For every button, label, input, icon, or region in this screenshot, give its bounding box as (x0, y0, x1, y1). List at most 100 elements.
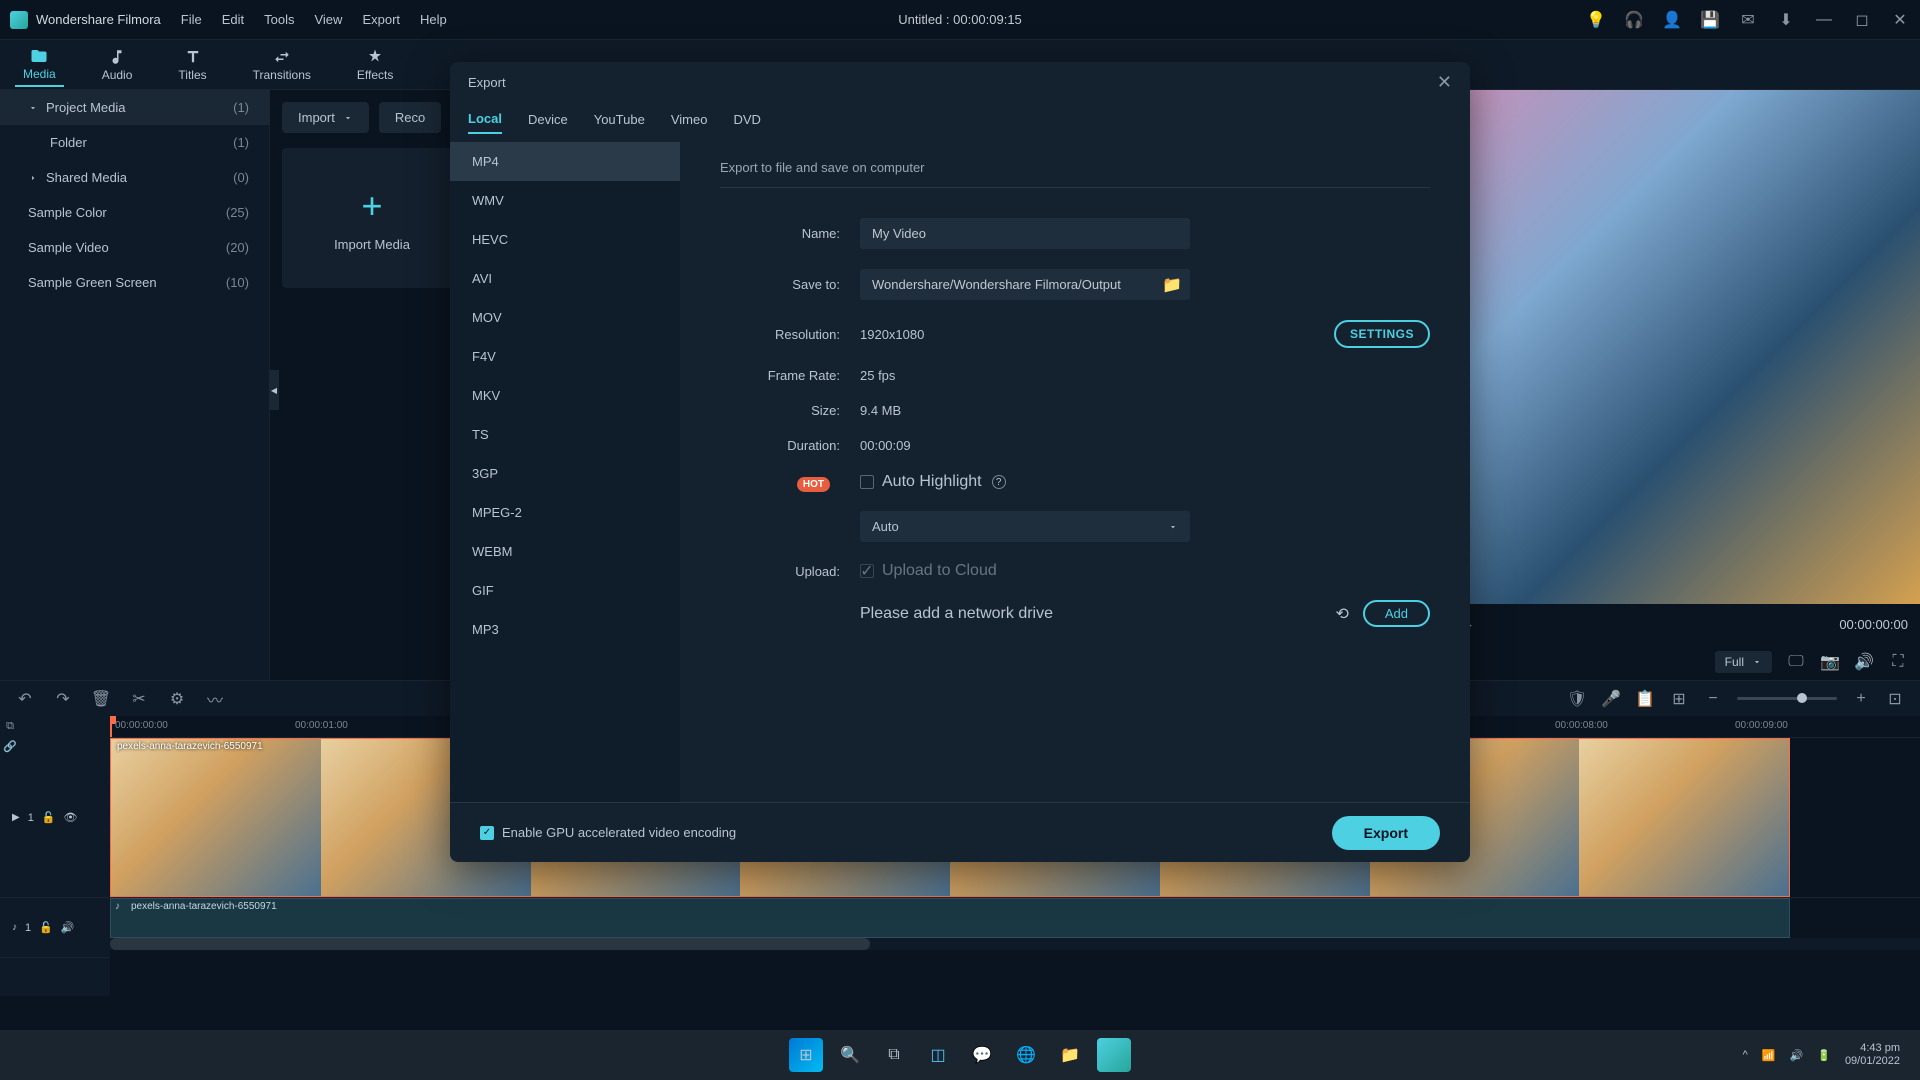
save-icon[interactable]: 💾 (1700, 10, 1720, 30)
gpu-checkbox[interactable]: ✓ (480, 826, 494, 840)
monitor-icon[interactable]: 🖵 (1786, 652, 1806, 672)
tab-youtube[interactable]: YouTube (594, 112, 645, 133)
format-f4v[interactable]: F4V (450, 337, 680, 376)
uploadcloud-checkbox[interactable]: ✓ (860, 564, 874, 578)
timeline-scrollbar[interactable] (110, 938, 1920, 950)
sidebar-folder[interactable]: Folder (1) (0, 125, 269, 160)
search-icon[interactable]: 🔍 (833, 1038, 867, 1072)
format-mp4[interactable]: MP4 (450, 142, 680, 181)
name-input[interactable] (860, 218, 1190, 249)
autohighlight-checkbox[interactable] (860, 475, 874, 489)
redo-icon[interactable]: ↷ (53, 689, 73, 709)
playhead[interactable] (110, 716, 112, 737)
sidebar-sample-video[interactable]: Sample Video (20) (0, 230, 269, 265)
lock-icon[interactable]: 🔓 (42, 811, 56, 824)
explorer-icon[interactable]: 📁 (1053, 1038, 1087, 1072)
volume-icon[interactable]: 🔊 (1854, 652, 1874, 672)
video-track-header[interactable]: ▶1 🔓 👁 (0, 738, 110, 898)
mute-icon[interactable]: 🔊 (61, 921, 75, 934)
help-icon[interactable]: ? (992, 475, 1006, 489)
format-avi[interactable]: AVI (450, 259, 680, 298)
tab-effects[interactable]: Effects (349, 44, 401, 86)
tab-titles[interactable]: Titles (170, 44, 214, 86)
import-media-tile[interactable]: + Import Media (282, 148, 462, 288)
chat-icon[interactable]: 💬 (965, 1038, 999, 1072)
start-icon[interactable]: ⊞ (789, 1038, 823, 1072)
preview-canvas[interactable] (1440, 90, 1920, 604)
zoom-handle[interactable] (1797, 693, 1807, 703)
battery-icon[interactable]: 🔋 (1817, 1049, 1831, 1062)
saveto-input[interactable] (860, 269, 1190, 300)
format-mp3[interactable]: MP3 (450, 610, 680, 649)
maximize-icon[interactable]: ◻ (1852, 10, 1872, 30)
format-mov[interactable]: MOV (450, 298, 680, 337)
quality-dropdown[interactable]: Full (1715, 651, 1772, 673)
sidebar-sample-green-screen[interactable]: Sample Green Screen (10) (0, 265, 269, 300)
zoom-out-icon[interactable]: − (1703, 689, 1723, 709)
menu-help[interactable]: Help (420, 12, 447, 27)
sidebar-collapse-icon[interactable]: ◀ (269, 370, 279, 410)
list-icon[interactable]: 📋 (1635, 689, 1655, 709)
menu-view[interactable]: View (314, 12, 342, 27)
clock[interactable]: 4:43 pm 09/01/2022 (1845, 1042, 1900, 1068)
close-window-icon[interactable]: ✕ (1890, 10, 1910, 30)
auto-select[interactable]: Auto (860, 511, 1190, 542)
adjust-icon[interactable]: ⚙ (167, 689, 187, 709)
expand-icon[interactable]: ⊞ (1669, 689, 1689, 709)
menu-tools[interactable]: Tools (264, 12, 294, 27)
audio-track-header[interactable]: ♪1 🔓 🔊 (0, 898, 110, 958)
fit-icon[interactable]: ⊡ (1885, 689, 1905, 709)
format-3gp[interactable]: 3GP (450, 454, 680, 493)
sidebar-project-media[interactable]: Project Media (1) (0, 90, 269, 125)
mic-icon[interactable]: 🎤 (1601, 689, 1621, 709)
zoom-slider[interactable] (1737, 697, 1837, 700)
audio-clip[interactable]: ♪ pexels-anna-tarazevich-6550971 (110, 898, 1790, 938)
headphones-icon[interactable]: 🎧 (1624, 10, 1644, 30)
record-button[interactable]: Reco (379, 102, 441, 133)
tab-audio[interactable]: Audio (94, 44, 141, 86)
user-icon[interactable]: 👤 (1662, 10, 1682, 30)
tab-transitions[interactable]: Transitions (245, 44, 319, 86)
widgets-icon[interactable]: ◫ (921, 1038, 955, 1072)
import-button[interactable]: Import (282, 102, 369, 133)
export-button[interactable]: Export (1332, 816, 1440, 850)
format-wmv[interactable]: WMV (450, 181, 680, 220)
lock-icon[interactable]: 🔓 (39, 921, 53, 934)
tab-device[interactable]: Device (528, 112, 568, 133)
minimize-icon[interactable]: — (1814, 10, 1834, 30)
mail-icon[interactable]: ✉ (1738, 10, 1758, 30)
sidebar-shared-media[interactable]: Shared Media (0) (0, 160, 269, 195)
taskview-icon[interactable]: ⧉ (877, 1038, 911, 1072)
sound-icon[interactable]: 🔊 (1790, 1049, 1804, 1062)
undo-icon[interactable]: ↶ (15, 689, 35, 709)
settings-button[interactable]: SETTINGS (1334, 320, 1430, 348)
menu-edit[interactable]: Edit (222, 12, 244, 27)
download-icon[interactable]: ⬇ (1776, 10, 1796, 30)
audio-adjust-icon[interactable]: 〰 (205, 689, 225, 709)
camera-icon[interactable]: 📷 (1820, 652, 1840, 672)
eye-icon[interactable]: 👁 (64, 811, 78, 824)
wifi-icon[interactable]: 📶 (1762, 1049, 1776, 1062)
ripple-icon[interactable]: ⧉ (0, 716, 20, 736)
fullscreen-icon[interactable]: ⛶ (1888, 652, 1908, 672)
tab-media[interactable]: Media (15, 43, 64, 87)
tray-chevron-icon[interactable]: ^ (1743, 1049, 1748, 1061)
filmora-taskbar-icon[interactable] (1097, 1038, 1131, 1072)
format-ts[interactable]: TS (450, 415, 680, 454)
tab-local[interactable]: Local (468, 111, 502, 134)
lightbulb-icon[interactable]: 💡 (1586, 10, 1606, 30)
cut-icon[interactable]: ✂ (129, 689, 149, 709)
add-button[interactable]: Add (1363, 600, 1430, 627)
menu-file[interactable]: File (181, 12, 202, 27)
close-icon[interactable]: ✕ (1437, 72, 1452, 93)
menu-export[interactable]: Export (362, 12, 400, 27)
format-mkv[interactable]: MKV (450, 376, 680, 415)
zoom-in-icon[interactable]: + (1851, 689, 1871, 709)
chrome-icon[interactable]: 🌐 (1009, 1038, 1043, 1072)
scrollbar-thumb[interactable] (110, 938, 870, 950)
shield-icon[interactable]: 🛡 (1567, 689, 1587, 709)
folder-browse-icon[interactable]: 📁 (1162, 275, 1182, 295)
format-hevc[interactable]: HEVC (450, 220, 680, 259)
format-mpeg2[interactable]: MPEG-2 (450, 493, 680, 532)
tab-dvd[interactable]: DVD (733, 112, 760, 133)
